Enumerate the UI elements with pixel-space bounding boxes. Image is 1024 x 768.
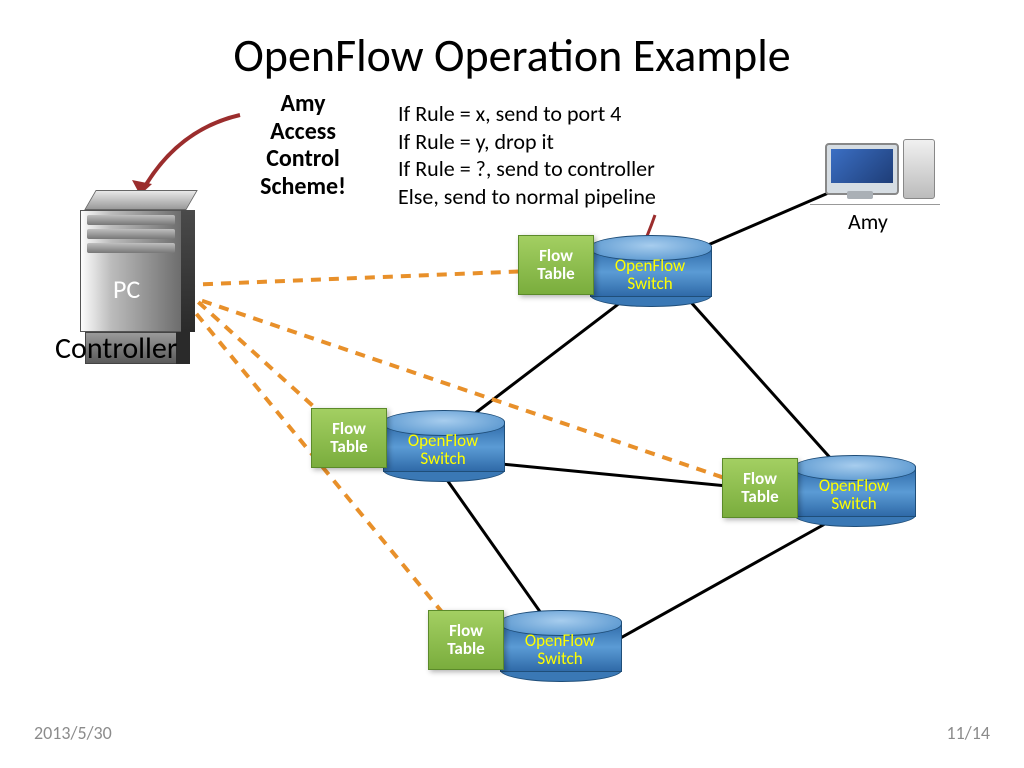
pc-tag: PC [113, 273, 140, 305]
flow-table: FlowTable [722, 458, 798, 518]
controller-label: Controller [55, 330, 177, 367]
amy-label: Amy [848, 208, 888, 235]
openflow-switch: OpenFlowSwitch [794, 455, 914, 527]
rules-block: If Rule = x, send to port 4If Rule = y, … [398, 100, 656, 210]
flow-table: FlowTable [428, 610, 504, 670]
flow-table: FlowTable [311, 408, 387, 468]
slide: OpenFlow Operation Example AmyAccessCont… [0, 0, 1024, 768]
slide-title: OpenFlow Operation Example [0, 28, 1024, 84]
footer-page: 11/14 [947, 722, 990, 744]
flow-table: FlowTable [518, 235, 594, 295]
amy-underline [810, 204, 940, 205]
openflow-switch: OpenFlowSwitch [500, 610, 620, 682]
openflow-switch: OpenFlowSwitch [590, 235, 710, 307]
footer-date: 2013/5/30 [34, 722, 112, 744]
callout-text: AmyAccessControlScheme! [218, 90, 388, 200]
amy-computer-icon [825, 135, 945, 205]
openflow-switch: OpenFlowSwitch [383, 410, 503, 482]
controller-server-icon [80, 190, 190, 330]
